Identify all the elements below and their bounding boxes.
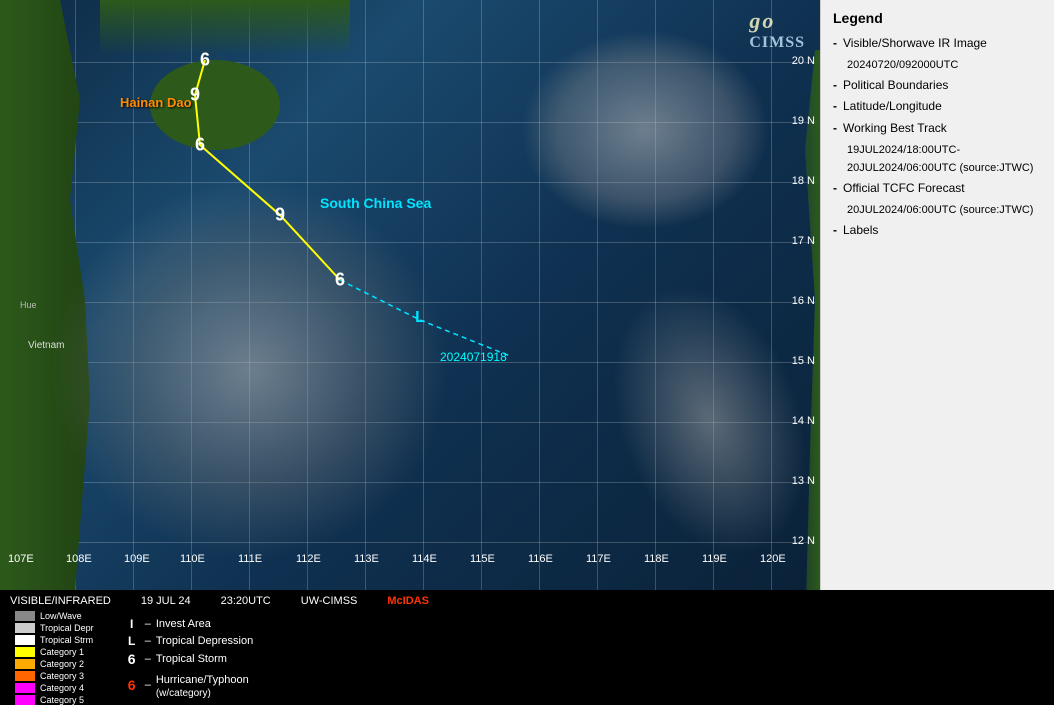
lon-111e: 111E (238, 553, 262, 565)
hurricane-note: (w/category) (156, 688, 249, 699)
cloud-system-ne (520, 30, 770, 230)
color-row-cat2: Category 2 (15, 659, 94, 669)
lon-119e: 119E (702, 553, 727, 565)
color-row-low: Low/Wave (15, 611, 94, 621)
color-legend: Low/Wave Tropical Depr Tropical Strm Cat… (15, 611, 94, 705)
color-label-cat1: Category 1 (40, 647, 84, 657)
lon-107e: 107E (8, 553, 34, 565)
lon-108e: 108E (66, 553, 92, 565)
main-area: 20 N 19 N 18 N 17 N 16 N 15 N 14 N 13 N … (0, 0, 1054, 590)
legend-title: Legend (833, 10, 1042, 26)
color-swatch-cat2 (15, 659, 35, 669)
color-label-cat4: Category 4 (40, 683, 84, 693)
tropical-storm-label: Tropical Storm (156, 653, 227, 665)
grid-v-115e (481, 0, 482, 590)
color-row-storm: Tropical Strm (15, 635, 94, 645)
lat-label-12n: 12 N (792, 535, 815, 547)
invest-label: Invest Area (156, 618, 211, 630)
lon-113e: 113E (354, 553, 379, 565)
color-label-storm: Tropical Strm (40, 635, 93, 645)
symbol-row-depression: L – Tropical Depression (124, 634, 254, 648)
lon-110e: 110E (180, 553, 205, 565)
color-row-cat3: Category 3 (15, 671, 94, 681)
lat-label-19n: 19 N (792, 115, 815, 127)
color-swatch-low (15, 611, 35, 621)
lon-109e: 109E (124, 553, 150, 565)
hue-label: Hue (20, 300, 37, 310)
date-status: 19 JUL 24 (141, 595, 191, 607)
lon-118e: 118E (644, 553, 669, 565)
land-china-coast (100, 0, 350, 55)
lat-label-16n: 16 N (792, 295, 815, 307)
storm-symbol-2: 9 (190, 85, 200, 106)
legend-item-tcfc: - Official TCFC Forecast (833, 181, 1042, 197)
track-date-label: 2024071918 (440, 350, 507, 364)
legend-track-date1: 19JUL2024/18:00UTC- (847, 143, 1042, 157)
lat-label-13n: 13 N (792, 475, 815, 487)
color-label-low: Low/Wave (40, 611, 82, 621)
legend-item-labels: - Labels (833, 223, 1042, 239)
map-container: 20 N 19 N 18 N 17 N 16 N 15 N 14 N 13 N … (0, 0, 820, 590)
lon-117e: 117E (586, 553, 611, 565)
lon-116e: 116E (528, 553, 553, 565)
storm-symbol-3: 6 (195, 135, 205, 156)
color-row-cat1: Category 1 (15, 647, 94, 657)
lat-label-17n: 17 N (792, 235, 815, 247)
legend-image-timestamp: 20240720/092000UTC (847, 58, 1042, 72)
color-row-cat4: Category 4 (15, 683, 94, 693)
color-swatch-cat1 (15, 647, 35, 657)
legend-tcfc-date: 20JUL2024/06:00UTC (source:JTWC) (847, 203, 1042, 217)
lon-112e: 112E (296, 553, 321, 565)
storm-symbol-5: 6 (335, 270, 345, 291)
color-swatch-depression (15, 623, 35, 633)
cloud-system-main (50, 180, 450, 560)
status-bar: VISIBLE/INFRARED 19 JUL 24 23:20UTC UW-C… (0, 590, 1054, 612)
legend-item-political: - Political Boundaries (833, 78, 1042, 94)
vietnam-label: Vietnam (28, 340, 65, 351)
bottom-legend: Low/Wave Tropical Depr Tropical Strm Cat… (0, 612, 1054, 704)
lat-label-14n: 14 N (792, 415, 815, 427)
color-swatch-cat3 (15, 671, 35, 681)
lat-label-15n: 15 N (792, 355, 815, 367)
lat-label-20n: 20 N (792, 55, 815, 67)
storm-symbol-invest: L (415, 309, 425, 327)
symbol-row-invest: I – Invest Area (124, 617, 254, 631)
color-label-cat2: Category 2 (40, 659, 84, 669)
legend-track-date2: 20JUL2024/06:00UTC (source:JTWC) (847, 161, 1042, 175)
hurricane-symbol: 6 (124, 677, 140, 693)
cimss-logo: go CIMSS (749, 8, 805, 52)
software-status: McIDAS (387, 595, 429, 607)
color-row-depression: Tropical Depr (15, 623, 94, 633)
depression-symbol: L (124, 634, 140, 648)
hainan-label: Hainan Dao (120, 95, 192, 110)
source-status: UW-CIMSS (301, 595, 358, 607)
time-status: 23:20UTC (221, 595, 271, 607)
south-china-sea-label: South China Sea (320, 195, 431, 211)
color-label-depression: Tropical Depr (40, 623, 94, 633)
lon-120e: 120E (760, 553, 786, 565)
color-swatch-storm (15, 635, 35, 645)
storm-symbol-4: 9 (275, 205, 285, 226)
depression-label: Tropical Depression (156, 635, 253, 647)
hurricane-label: Hurricane/Typhoon (156, 674, 249, 686)
image-type-status: VISIBLE/INFRARED (10, 595, 111, 607)
legend-item-latlon: - Latitude/Longitude (833, 99, 1042, 115)
color-label-cat3: Category 3 (40, 671, 84, 681)
symbol-legend: I – Invest Area L – Tropical Depression … (124, 617, 254, 699)
symbol-row-hurricane: 6 – Hurricane/Typhoon (w/category) (124, 670, 254, 699)
tropical-storm-symbol: 6 (124, 651, 140, 667)
legend-item-image: - Visible/Shorwave IR Image (833, 36, 1042, 52)
legend-panel: Legend - Visible/Shorwave IR Image 20240… (820, 0, 1054, 590)
storm-symbol-1: 6 (200, 50, 210, 71)
symbol-row-tropical-storm: 6 – Tropical Storm (124, 651, 254, 667)
lon-115e: 115E (470, 553, 495, 565)
invest-symbol: I (124, 617, 140, 631)
legend-item-track: - Working Best Track (833, 121, 1042, 137)
color-swatch-cat4 (15, 683, 35, 693)
lat-label-18n: 18 N (792, 175, 815, 187)
lon-114e: 114E (412, 553, 437, 565)
